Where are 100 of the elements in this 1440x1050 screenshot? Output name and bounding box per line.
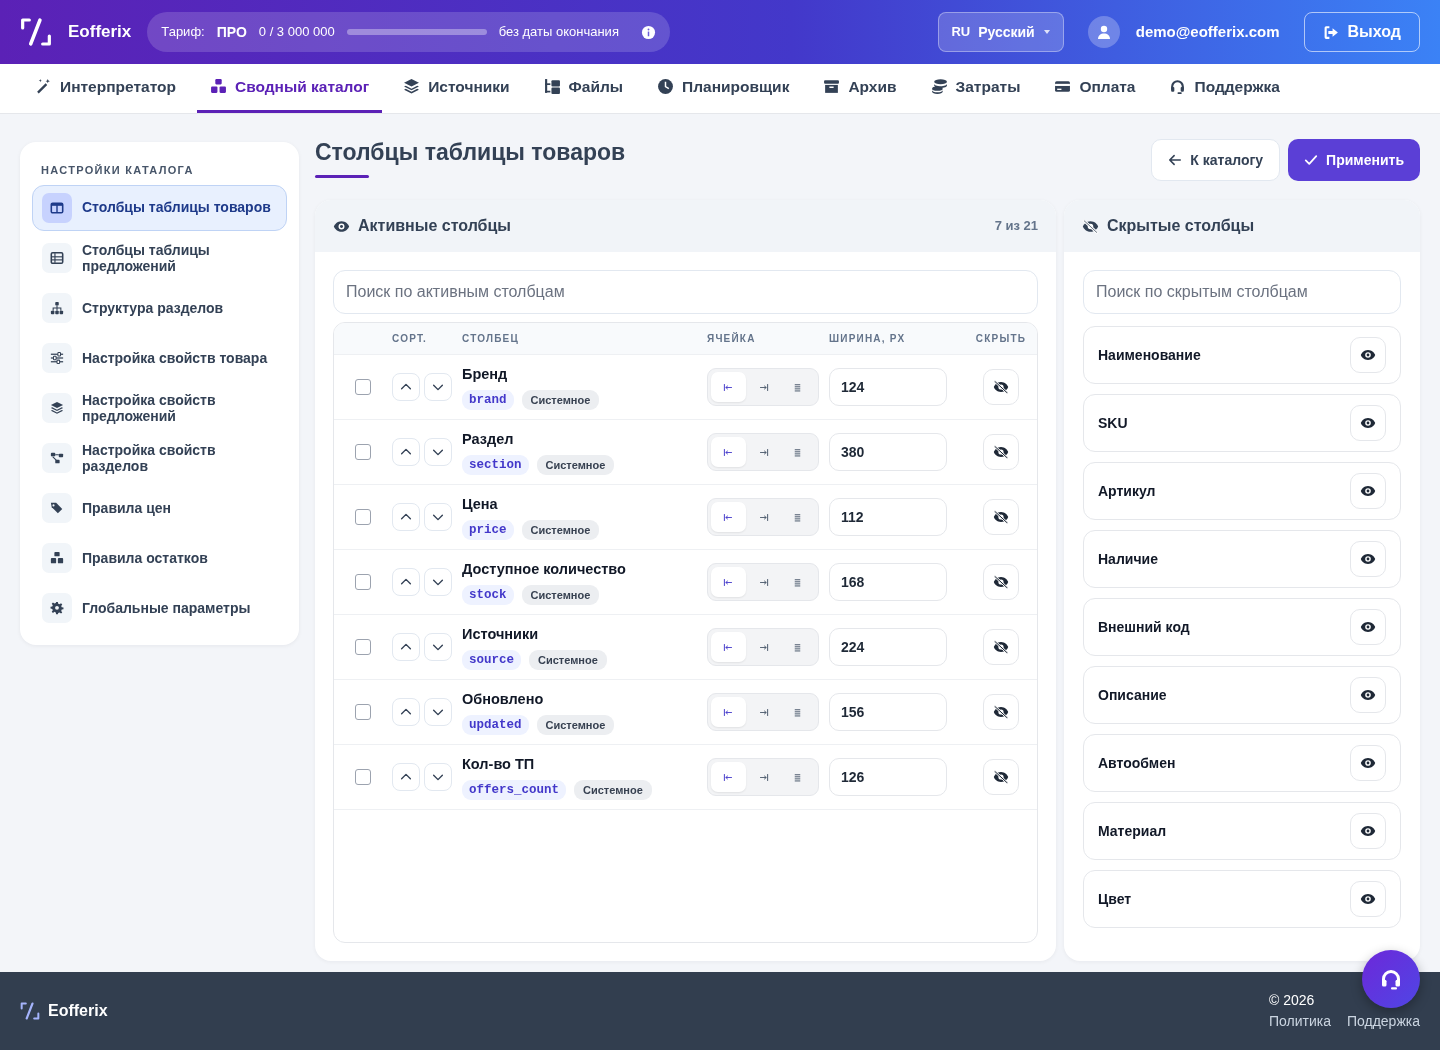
nav-tab[interactable]: Оплата bbox=[1041, 63, 1149, 113]
row-checkbox[interactable] bbox=[355, 639, 371, 655]
footer-link[interactable]: Поддержка bbox=[1346, 1011, 1420, 1032]
eye-icon bbox=[1360, 687, 1376, 703]
move-up-button[interactable] bbox=[392, 373, 420, 401]
caret-icon bbox=[1042, 28, 1051, 36]
sidebar-item[interactable]: Настройка свойств разделов bbox=[32, 434, 287, 482]
column-name: Артикул bbox=[1098, 481, 1156, 501]
row-checkbox[interactable] bbox=[355, 574, 371, 590]
eye-icon bbox=[1360, 347, 1376, 363]
clock-icon bbox=[657, 78, 675, 95]
system-tag: Системное bbox=[521, 519, 600, 541]
eye-slash-icon bbox=[993, 639, 1009, 655]
show-button[interactable] bbox=[1350, 405, 1386, 441]
show-button[interactable] bbox=[1350, 337, 1386, 373]
copyright-text: © 2026 bbox=[1268, 991, 1315, 1010]
width-field[interactable]: 156 bbox=[829, 693, 947, 731]
nav-tab[interactable]: Поддержка bbox=[1156, 63, 1293, 113]
align-left-icon bbox=[722, 511, 734, 523]
nav-tab[interactable]: Интерпретатор bbox=[22, 63, 189, 113]
hide-button[interactable] bbox=[983, 759, 1019, 795]
move-up-button[interactable] bbox=[392, 763, 420, 791]
nav-tab[interactable]: Сводный каталог bbox=[196, 63, 383, 113]
sidebar-item[interactable]: Правила остатков bbox=[32, 535, 287, 582]
sidebar-item[interactable]: Настройка свойств товара bbox=[32, 334, 287, 381]
nav-tab[interactable]: Архив bbox=[810, 63, 910, 113]
check-icon bbox=[1304, 153, 1319, 167]
column-key: section bbox=[462, 454, 529, 476]
move-down-button[interactable] bbox=[424, 763, 452, 791]
hide-button[interactable] bbox=[983, 434, 1019, 470]
show-button[interactable] bbox=[1350, 813, 1386, 849]
sidebar-item[interactable]: Глобальные параметры bbox=[32, 585, 287, 632]
move-down-button[interactable] bbox=[424, 438, 452, 466]
hide-button[interactable] bbox=[983, 629, 1019, 665]
column-name: Бренд bbox=[462, 364, 509, 384]
row-checkbox[interactable] bbox=[355, 704, 371, 720]
move-up-button[interactable] bbox=[392, 503, 420, 531]
nav-tab[interactable]: Планировщик bbox=[644, 63, 803, 113]
move-down-button[interactable] bbox=[424, 568, 452, 596]
headset-icon bbox=[1379, 967, 1403, 991]
align-left-icon bbox=[722, 641, 734, 653]
sidebar-item[interactable]: Правила цен bbox=[32, 485, 287, 532]
move-down-button[interactable] bbox=[424, 503, 452, 531]
back-button[interactable]: К каталогу bbox=[1151, 139, 1281, 181]
width-field[interactable]: 168 bbox=[829, 563, 947, 601]
show-button[interactable] bbox=[1350, 541, 1386, 577]
hide-button[interactable] bbox=[983, 369, 1019, 405]
move-down-button[interactable] bbox=[424, 633, 452, 661]
move-up-button[interactable] bbox=[392, 633, 420, 661]
show-button[interactable] bbox=[1350, 473, 1386, 509]
row-checkbox[interactable] bbox=[355, 379, 371, 395]
column-key: updated bbox=[462, 714, 529, 736]
system-tag: Системное bbox=[536, 454, 615, 476]
width-field[interactable]: 224 bbox=[829, 628, 947, 666]
move-down-button[interactable] bbox=[424, 698, 452, 726]
show-button[interactable] bbox=[1350, 677, 1386, 713]
align-left-icon bbox=[722, 381, 734, 393]
width-field[interactable]: 124 bbox=[829, 368, 947, 406]
logout-button[interactable]: Выход bbox=[1303, 12, 1420, 52]
nav-tab[interactable]: Файлы bbox=[530, 63, 637, 113]
eye-slash-icon bbox=[993, 379, 1009, 395]
archive-box-icon bbox=[823, 78, 841, 95]
apply-button[interactable]: Применить bbox=[1288, 139, 1420, 181]
layers-icon bbox=[50, 400, 64, 415]
hide-button[interactable] bbox=[983, 499, 1019, 535]
language-dropdown[interactable]: RU Русский bbox=[938, 12, 1064, 52]
sidebar-item[interactable]: Столбцы таблицы товаров bbox=[32, 184, 287, 231]
move-up-button[interactable] bbox=[392, 438, 420, 466]
nav-tab[interactable]: Затраты bbox=[917, 63, 1034, 113]
settings-icon bbox=[50, 601, 64, 616]
row-checkbox[interactable] bbox=[355, 509, 371, 525]
nav-tab[interactable]: Источники bbox=[390, 63, 523, 113]
show-button[interactable] bbox=[1350, 745, 1386, 781]
column-name: SKU bbox=[1098, 413, 1128, 433]
width-field[interactable]: 126 bbox=[829, 758, 947, 796]
eye-slash-icon bbox=[993, 509, 1009, 525]
align-right-icon bbox=[757, 446, 769, 458]
plan-label: Тариф: bbox=[161, 23, 205, 42]
sidebar-item[interactable]: Структура разделов bbox=[32, 284, 287, 331]
search-field[interactable]: Поиск по скрытым столбцам bbox=[1083, 270, 1401, 314]
search-field[interactable]: Поиск по активным столбцам bbox=[333, 270, 1038, 314]
show-button[interactable] bbox=[1350, 609, 1386, 645]
support-chat-button[interactable] bbox=[1362, 950, 1420, 1008]
sidebar-item[interactable]: Настройка свойств предложений bbox=[32, 384, 287, 431]
logo-icon bbox=[20, 1001, 40, 1021]
width-field[interactable]: 380 bbox=[829, 433, 947, 471]
sidebar-item[interactable]: Столбцы таблицы предложений bbox=[32, 234, 287, 281]
move-down-button[interactable] bbox=[424, 373, 452, 401]
hide-button[interactable] bbox=[983, 694, 1019, 730]
move-up-button[interactable] bbox=[392, 568, 420, 596]
row-checkbox[interactable] bbox=[355, 769, 371, 785]
show-button[interactable] bbox=[1350, 881, 1386, 917]
column-key: source bbox=[462, 649, 521, 671]
hide-button[interactable] bbox=[983, 564, 1019, 600]
sliders-icon bbox=[50, 350, 64, 365]
row-checkbox[interactable] bbox=[355, 444, 371, 460]
eye-icon bbox=[1360, 551, 1376, 567]
width-field[interactable]: 112 bbox=[829, 498, 947, 536]
move-up-button[interactable] bbox=[392, 698, 420, 726]
footer-link[interactable]: Политика bbox=[1268, 1011, 1331, 1032]
